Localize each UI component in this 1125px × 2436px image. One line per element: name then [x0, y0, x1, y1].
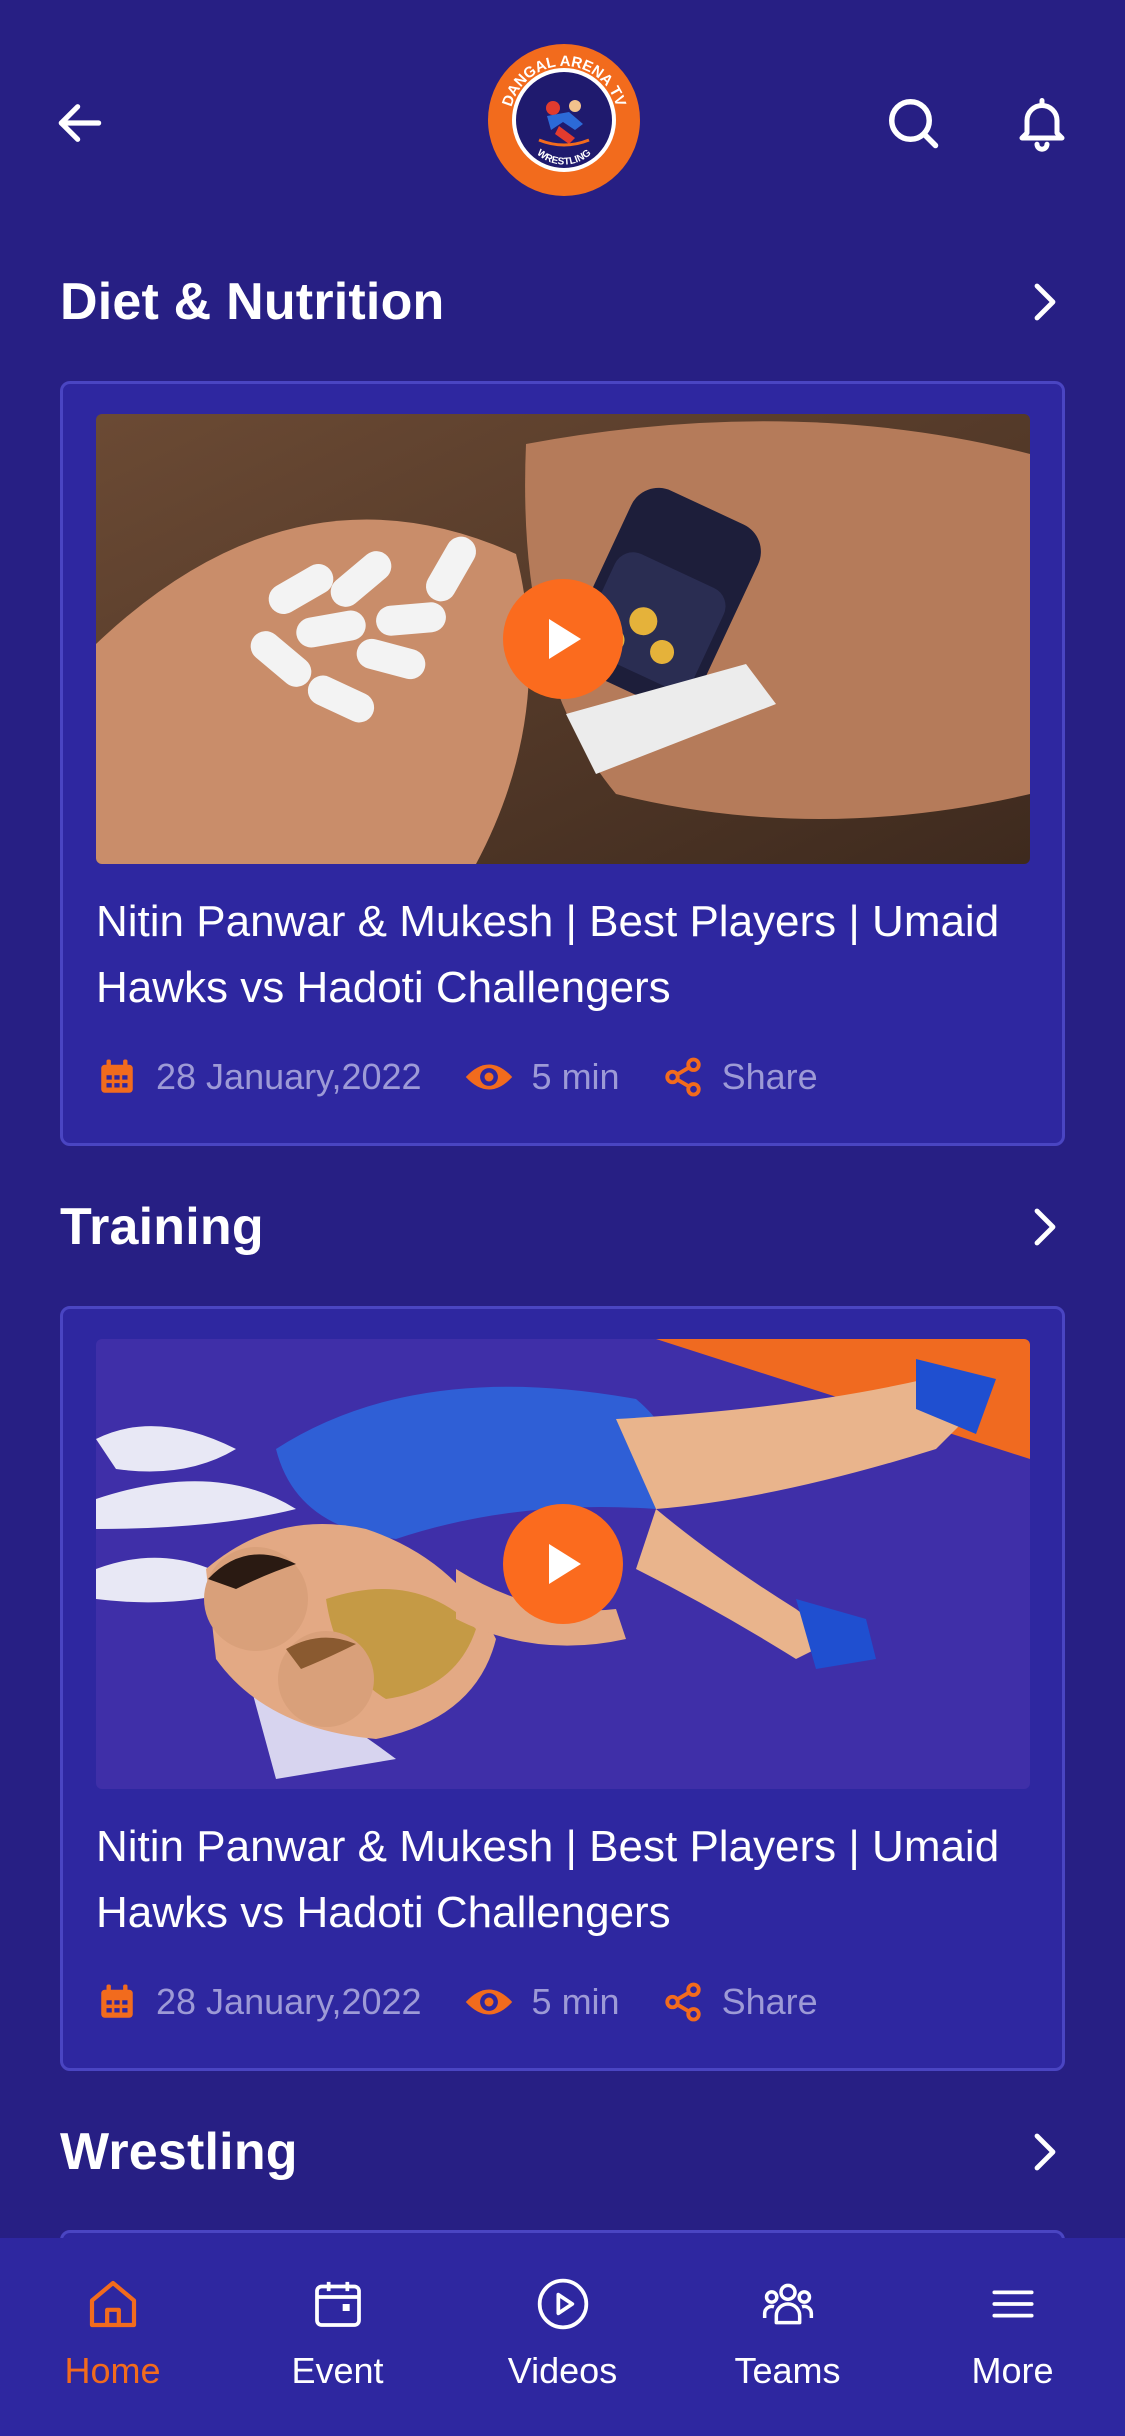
- app-logo: DANGAL ARENA TV WRESTLING: [488, 44, 640, 196]
- video-duration: 5 min: [464, 1981, 620, 2023]
- search-icon: [889, 99, 939, 149]
- share-button[interactable]: Share: [662, 1981, 818, 2023]
- play-circle-icon: [537, 2278, 588, 2330]
- calendar-icon: [314, 2281, 361, 2327]
- bell-icon: [1019, 98, 1065, 152]
- nav-label: More: [971, 2350, 1054, 2391]
- teams-icon: [762, 2283, 813, 2325]
- video-card[interactable]: Nitin Panwar & Mukesh | Best Players | U…: [60, 381, 1065, 1146]
- section-header-wrestling: Wrestling: [60, 2112, 1065, 2192]
- section-title: Training: [60, 1198, 264, 1256]
- play-icon: [549, 619, 581, 659]
- svg-text:DANGAL ARENA TV: DANGAL ARENA TV: [499, 53, 629, 109]
- share-label: Share: [721, 1056, 818, 1097]
- back-button[interactable]: [35, 78, 125, 168]
- nav-label: Videos: [507, 2350, 618, 2391]
- nav-event[interactable]: Event: [238, 2238, 438, 2436]
- logo-text-bottom: WRESTLING: [535, 147, 594, 167]
- share-icon: [664, 1057, 701, 1097]
- video-duration-text: 5 min: [531, 1981, 620, 2022]
- video-meta: 28 January,2022 5 min Share: [96, 1977, 860, 2027]
- see-all-button[interactable]: [1005, 2122, 1065, 2182]
- video-duration: 5 min: [464, 1056, 620, 1098]
- calendar-icon: [101, 1059, 133, 1093]
- home-icon: [89, 2280, 136, 2328]
- play-icon: [549, 1544, 581, 1584]
- eye-icon: [465, 1064, 512, 1090]
- app-header: DANGAL ARENA TV WRESTLING: [0, 0, 1125, 250]
- video-date-text: 28 January,2022: [156, 1981, 422, 2022]
- chevron-right-icon: [1034, 1208, 1056, 1246]
- share-label: Share: [721, 1981, 818, 2022]
- nav-label: Event: [291, 2350, 384, 2391]
- video-meta: 28 January,2022 5 min Share: [96, 1052, 860, 1102]
- share-button[interactable]: Share: [662, 1056, 818, 1098]
- chevron-right-icon: [1034, 2133, 1056, 2171]
- section-title: Wrestling: [60, 2123, 298, 2181]
- section-title: Diet & Nutrition: [60, 273, 445, 331]
- svg-text:WRESTLING: WRESTLING: [535, 147, 594, 167]
- app-screen: DANGAL ARENA TV WRESTLING Diet & Nutriti…: [0, 0, 1125, 2436]
- arrow-left-icon: [58, 104, 102, 142]
- section-header-diet-nutrition: Diet & Nutrition: [60, 262, 1065, 342]
- video-thumbnail[interactable]: [96, 414, 1030, 864]
- logo-text-top: DANGAL ARENA TV: [499, 53, 629, 109]
- video-date: 28 January,2022: [96, 1981, 422, 2023]
- see-all-button[interactable]: [1005, 1197, 1065, 1257]
- video-duration-text: 5 min: [531, 1056, 620, 1097]
- nav-teams[interactable]: Teams: [688, 2238, 888, 2436]
- notifications-button[interactable]: [997, 78, 1087, 168]
- eye-icon: [465, 1989, 512, 2015]
- video-thumbnail[interactable]: [96, 1339, 1030, 1789]
- chevron-right-icon: [1034, 283, 1056, 321]
- video-title[interactable]: Nitin Panwar & Mukesh | Best Players | U…: [96, 889, 1036, 1021]
- video-date: 28 January,2022: [96, 1056, 422, 1098]
- video-title[interactable]: Nitin Panwar & Mukesh | Best Players | U…: [96, 1814, 1036, 1946]
- nav-more[interactable]: More: [913, 2238, 1113, 2436]
- video-date-text: 28 January,2022: [156, 1056, 422, 1097]
- play-button[interactable]: [503, 1504, 623, 1624]
- video-card[interactable]: Nitin Panwar & Mukesh | Best Players | U…: [60, 1306, 1065, 2071]
- section-header-training: Training: [60, 1187, 1065, 1267]
- nav-home[interactable]: Home: [13, 2238, 213, 2436]
- nav-videos[interactable]: Videos: [463, 2238, 663, 2436]
- nav-label: Teams: [734, 2350, 841, 2391]
- share-icon: [664, 1982, 701, 2022]
- bottom-nav: Home Event Videos Teams More: [0, 2238, 1125, 2436]
- see-all-button[interactable]: [1005, 272, 1065, 332]
- play-button[interactable]: [503, 579, 623, 699]
- calendar-icon: [101, 1984, 133, 2018]
- search-button[interactable]: [868, 78, 958, 168]
- nav-label: Home: [64, 2350, 161, 2391]
- menu-icon: [991, 2290, 1034, 2318]
